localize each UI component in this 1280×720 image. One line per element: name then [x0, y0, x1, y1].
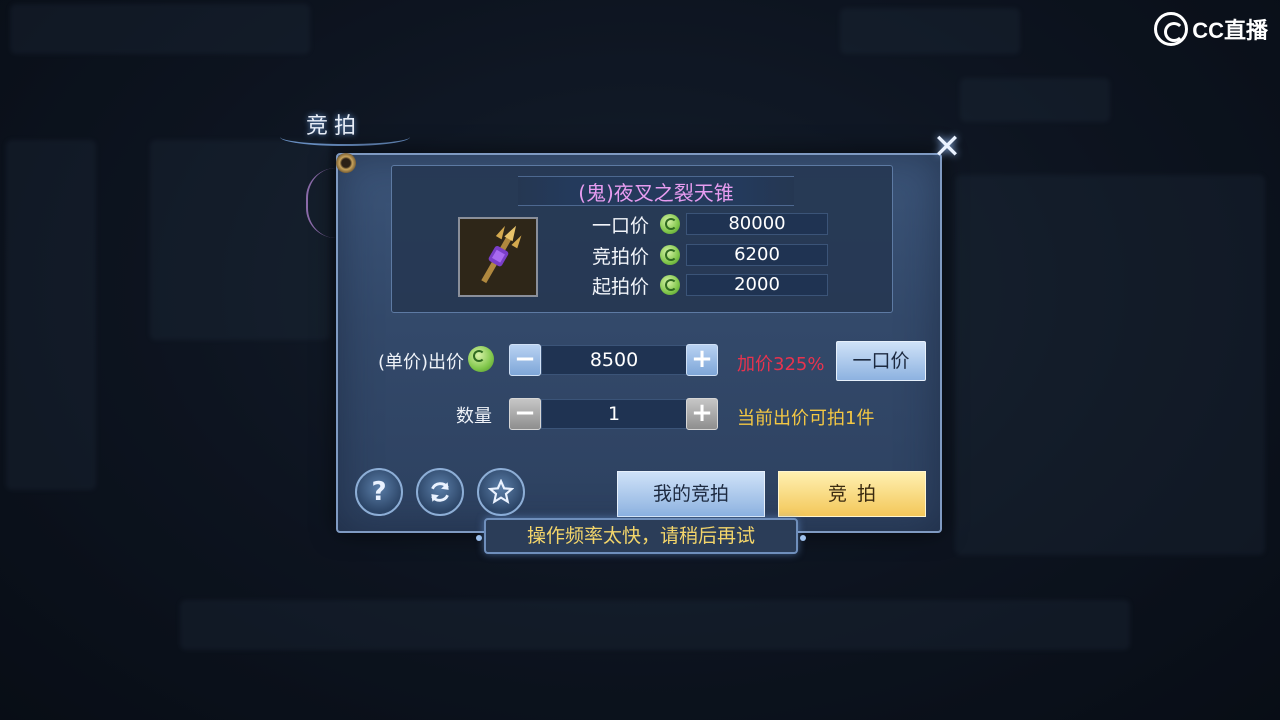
- toast-right-dot: [800, 535, 806, 541]
- price-value: 80000: [686, 213, 828, 235]
- rate-limit-toast: 操作频率太快，请稍后再试: [484, 518, 798, 554]
- jade-coin-icon: [660, 214, 680, 234]
- current-bid-row: 竞拍价 6200: [592, 243, 832, 268]
- watermark-text: CC直播: [1192, 18, 1268, 43]
- buyout-button[interactable]: 一口价: [836, 341, 926, 381]
- toast-left-dot: [476, 535, 482, 541]
- my-bids-button[interactable]: 我的竞拍: [617, 471, 765, 517]
- refresh-button[interactable]: [416, 468, 464, 516]
- bid-label: (单价)出价: [377, 352, 464, 373]
- close-button[interactable]: ✕: [928, 128, 966, 166]
- quantity-label: 数量: [456, 406, 492, 427]
- markup-hint: 加价325%: [737, 354, 825, 375]
- jade-coin-icon: [660, 245, 680, 265]
- cc-live-watermark: CC直播: [1154, 12, 1268, 46]
- price-label: 起拍价: [592, 275, 650, 298]
- price-label: 竞拍价: [592, 245, 650, 268]
- bid-price-input[interactable]: 8500: [541, 345, 687, 375]
- bid-increase-button[interactable]: +: [686, 344, 718, 376]
- jade-coin-icon: [468, 346, 494, 372]
- price-value: 6200: [686, 244, 828, 266]
- jade-coin-icon: [660, 275, 680, 295]
- star-icon: [488, 479, 514, 505]
- question-icon: ?: [371, 477, 387, 507]
- price-label: 一口价: [592, 214, 650, 237]
- favorite-button[interactable]: [477, 468, 525, 516]
- item-name: (鬼)夜叉之裂天锥: [518, 176, 794, 206]
- help-button[interactable]: ?: [355, 468, 403, 516]
- bid-button[interactable]: 竞拍: [778, 471, 926, 517]
- buyout-price-row: 一口价 80000: [592, 212, 832, 237]
- cc-logo-icon: [1154, 12, 1189, 46]
- quantity-decrease-button[interactable]: −: [509, 398, 541, 430]
- bid-decrease-button[interactable]: −: [509, 344, 541, 376]
- quantity-increase-button[interactable]: +: [686, 398, 718, 430]
- tab-auction-title: 竞拍: [306, 114, 363, 139]
- refresh-icon: [431, 482, 449, 502]
- price-value: 2000: [686, 274, 828, 296]
- pin-decoration: [336, 153, 356, 173]
- item-icon-slot[interactable]: [458, 217, 538, 297]
- quantity-hint: 当前出价可拍1件: [737, 408, 875, 429]
- starting-price-row: 起拍价 2000: [592, 273, 832, 298]
- trident-weapon-icon: [460, 219, 536, 295]
- quantity-input[interactable]: 1: [541, 399, 687, 429]
